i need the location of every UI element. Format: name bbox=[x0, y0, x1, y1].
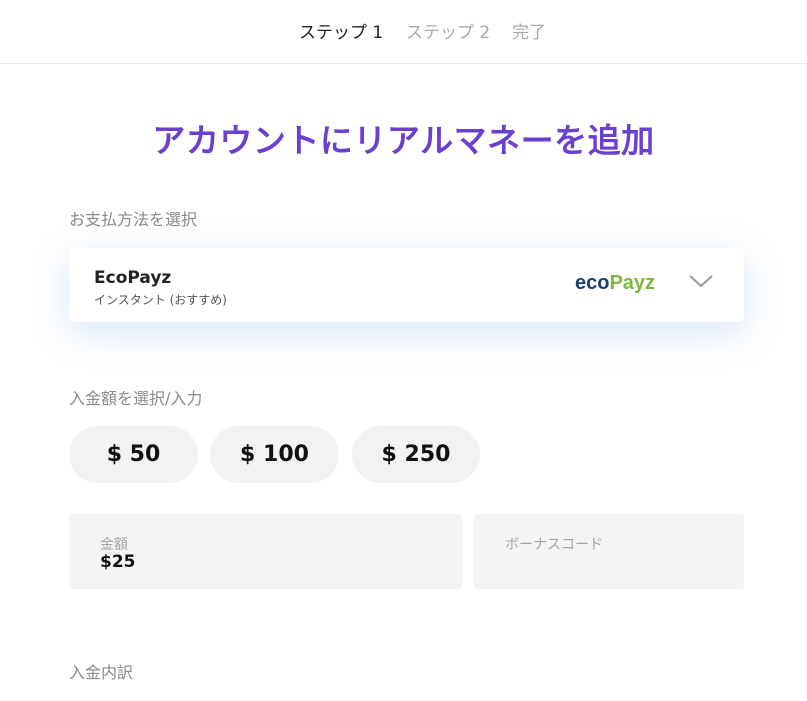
page-title: アカウントにリアルマネーを追加 bbox=[152, 121, 655, 160]
step-progress-bar: ステップ 1 ステップ 2 完了 bbox=[0, 0, 807, 64]
amount-field-value: $25 bbox=[100, 552, 136, 572]
bonus-code-placeholder: ボーナスコード bbox=[505, 537, 603, 553]
amount-preset-250-button[interactable]: $ 250 bbox=[352, 426, 480, 483]
deposit-amount-label: 入金額を選択/入力 bbox=[69, 389, 203, 408]
amount-preset-50-button[interactable]: $ 50 bbox=[69, 426, 198, 483]
deposit-breakdown-label: 入金内訳 bbox=[69, 663, 134, 682]
bonus-code-input[interactable]: ボーナスコード bbox=[474, 514, 744, 589]
payment-method-dropdown[interactable]: EcoPayz インスタント (おすすめ) ecoPayz bbox=[69, 248, 744, 322]
step-2: ステップ 2 bbox=[406, 23, 491, 43]
step-complete: 完了 bbox=[512, 23, 546, 43]
amount-preset-100-button[interactable]: $ 100 bbox=[210, 426, 339, 483]
step-1: ステップ 1 bbox=[299, 23, 384, 43]
amount-field-label: 金額 bbox=[100, 537, 128, 553]
payment-method-label: お支払方法を選択 bbox=[69, 210, 198, 229]
ecopayz-logo: ecoPayz bbox=[575, 272, 656, 294]
payment-method-name: EcoPayz bbox=[94, 268, 172, 288]
payment-method-subtitle: インスタント (おすすめ) bbox=[94, 293, 227, 307]
chevron-down-icon[interactable] bbox=[688, 272, 714, 290]
amount-input[interactable]: 金額 $25 bbox=[69, 514, 462, 589]
